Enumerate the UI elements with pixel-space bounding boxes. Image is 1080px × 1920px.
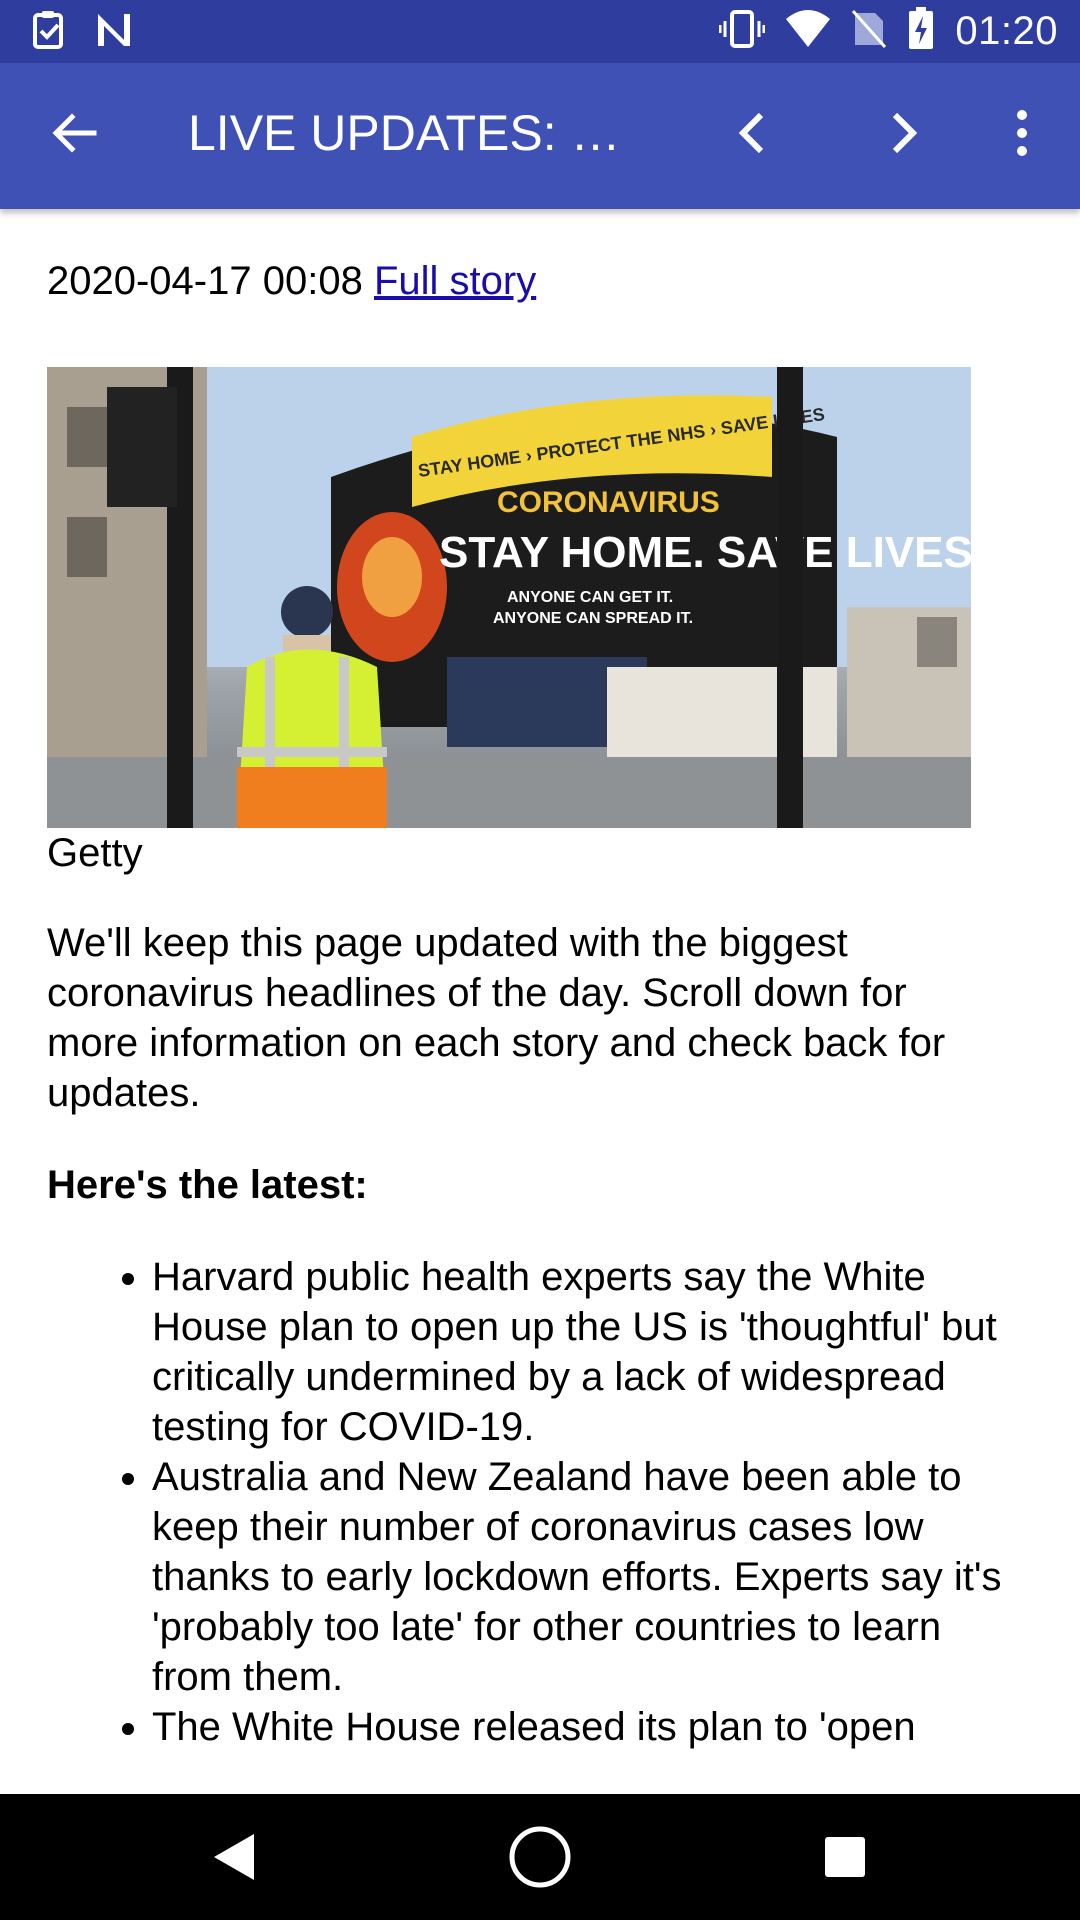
- latest-heading: Here's the latest:: [47, 1163, 368, 1207]
- full-story-link[interactable]: Full story: [374, 259, 536, 303]
- status-bar: 01:20: [0, 0, 1080, 63]
- latest-list: Harvard public health experts say the Wh…: [47, 1252, 1022, 1752]
- intro-paragraph: We'll keep this page updated with the bi…: [47, 921, 946, 1115]
- dateline: 2020-04-17 00:08 Full story: [47, 257, 1007, 305]
- list-item: Australia and New Zealand have been able…: [152, 1452, 1022, 1702]
- battery-charging-icon: [907, 7, 935, 56]
- vibrate-icon: [718, 9, 766, 54]
- article-timestamp: 2020-04-17 00:08: [47, 259, 363, 303]
- billboard-line-2: ANYONE CAN SPREAD IT.: [493, 610, 693, 627]
- task-check-icon: [32, 10, 66, 55]
- n-logo-icon: [94, 10, 134, 55]
- billboard-line-1: ANYONE CAN GET IT.: [507, 589, 673, 606]
- list-item: Harvard public health experts say the Wh…: [152, 1252, 1022, 1452]
- article-image[interactable]: STAY HOME › PROTECT THE NHS › SAVE LIVES…: [47, 367, 971, 828]
- app-bar: LIVE UPDATES: W…: [0, 63, 1080, 209]
- page-title: LIVE UPDATES: W…: [188, 105, 658, 161]
- more-vert-icon[interactable]: [1000, 103, 1044, 163]
- billboard-headline-2: STAY HOME. SAVE LIVES.: [439, 528, 971, 577]
- navigation-bar: [0, 1794, 1080, 1920]
- billboard-headline-1: CORONAVIRUS: [497, 486, 720, 519]
- chevron-right-icon[interactable]: [873, 103, 933, 163]
- image-caption: Getty: [47, 831, 143, 875]
- article-content: 2020-04-17 00:08 Full story STAY HOME › …: [47, 209, 1007, 1752]
- nav-home-icon[interactable]: [505, 1822, 575, 1892]
- nav-recents-icon[interactable]: [810, 1822, 880, 1892]
- chevron-left-icon[interactable]: [723, 103, 783, 163]
- arrow-back-icon[interactable]: [44, 103, 104, 163]
- no-sim-icon: [851, 9, 887, 54]
- status-time: 01:20: [955, 9, 1058, 53]
- wifi-icon: [785, 9, 831, 54]
- list-item: The White House released its plan to 'op…: [152, 1702, 1022, 1752]
- nav-back-icon[interactable]: [200, 1822, 270, 1892]
